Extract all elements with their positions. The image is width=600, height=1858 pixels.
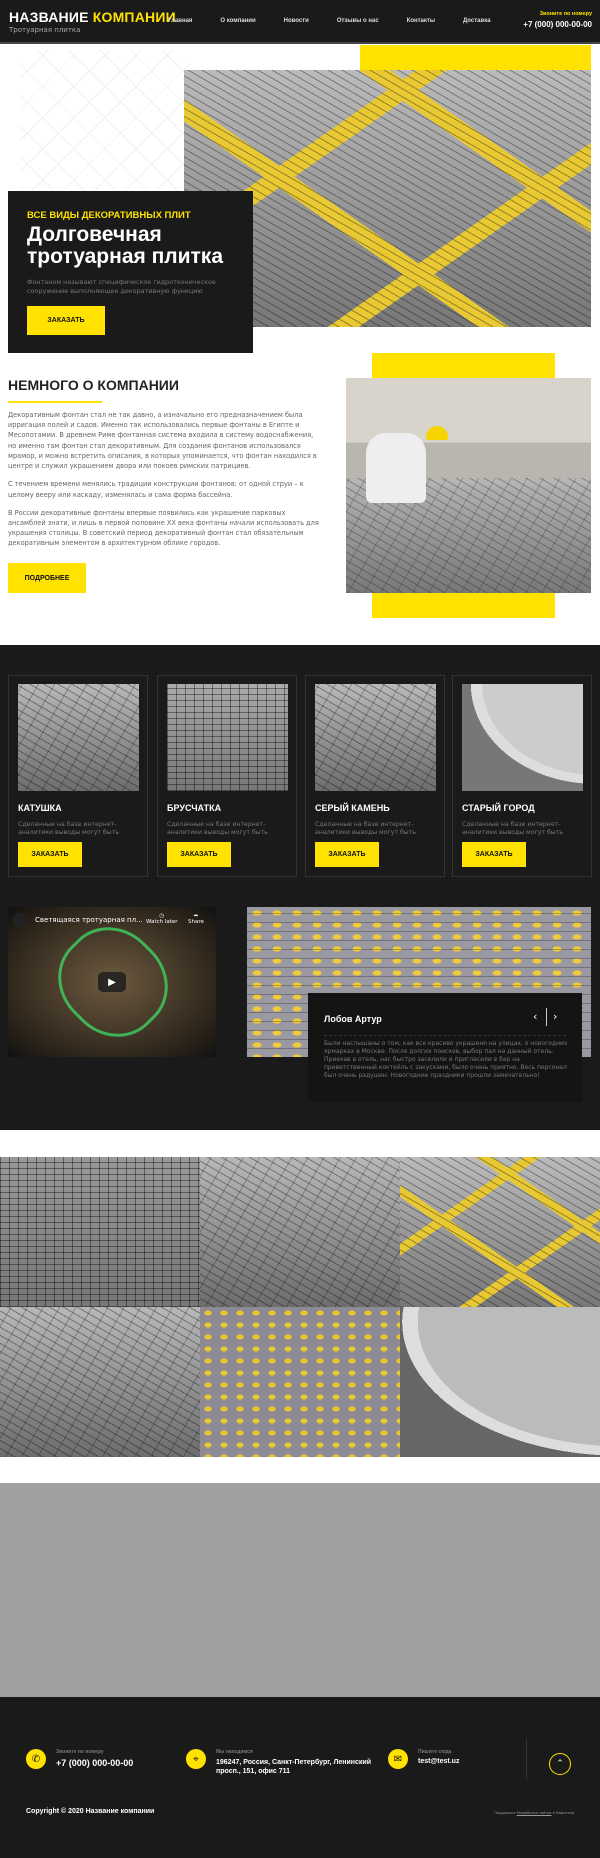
order-button[interactable]: ЗАКАЗАТЬ [167, 842, 231, 867]
product-image [315, 684, 436, 791]
product-title: СТАРЫЙ ГОРОД [462, 803, 535, 813]
review-box: Лобов Артур ‹ › Были наслышаны о том, ка… [308, 993, 582, 1102]
main-nav: Главная О компании Новости Отзывы о нас … [168, 18, 519, 24]
helmet [426, 426, 448, 440]
gallery-image[interactable] [200, 1307, 400, 1457]
product-card: БРУСЧАТКА Сделанные на базе интернет-ана… [157, 675, 297, 877]
product-desc: Сделанные на базе интернет-аналитики выв… [18, 821, 119, 837]
product-image [462, 684, 583, 791]
site-header: НАЗВАНИЕ КОМПАНИИ Тротуарная плитка Глав… [0, 0, 600, 44]
about-paragraph: С течением времени менялись традиции кон… [8, 480, 304, 499]
product-title: БРУСЧАТКА [167, 803, 222, 813]
product-card: СТАРЫЙ ГОРОД Сделанные на базе интернет-… [452, 675, 592, 877]
footer-phone-label: Звоните по номеру [56, 1749, 104, 1755]
next-button[interactable]: › [553, 1010, 557, 1023]
watch-later-button[interactable]: ◷ Watch later [146, 913, 178, 925]
nav-contacts[interactable]: Контакты [407, 18, 435, 24]
more-button[interactable]: ПОДРОБНЕЕ [8, 563, 86, 593]
footer-email-label: Пишите сюда [418, 1749, 452, 1755]
site-footer: ✆ Звоните по номеру +7 (000) 000-00-00 ⌖… [0, 1697, 600, 1858]
nav-delivery[interactable]: Доставка [463, 18, 491, 24]
play-button[interactable]: ▶ [98, 972, 126, 992]
about-paragraph: Декоративным фонтан стал не так давно, а… [8, 411, 317, 471]
product-image [18, 684, 139, 791]
slider-divider [546, 1008, 547, 1026]
channel-avatar [13, 913, 27, 927]
product-card: СЕРЫЙ КАМЕНЬ Сделанные на базе интернет-… [305, 675, 445, 877]
credit-prefix: Поддержка [494, 1811, 516, 1815]
product-card: КАТУШКА Сделанные на базе интернет-анали… [8, 675, 148, 877]
product-image [167, 684, 288, 791]
chevron-up-icon: ⌃ [556, 1759, 564, 1769]
nav-home[interactable]: Главная [168, 18, 192, 24]
location-icon: ⌖ [186, 1749, 206, 1769]
credit-link[interactable]: Разработка сайтов [517, 1811, 552, 1815]
hero-box: ВСЕ ВИДЫ ДЕКОРАТИВНЫХ ПЛИТ Долговечная т… [8, 191, 253, 353]
worker-figure [366, 433, 426, 503]
share-button[interactable]: ➦ Share [188, 913, 204, 925]
order-button[interactable]: ЗАКАЗАТЬ [462, 842, 526, 867]
gallery-image[interactable] [0, 1307, 200, 1457]
about-text: Декоративным фонтан стал не так давно, а… [8, 410, 323, 557]
nav-news[interactable]: Новости [284, 18, 309, 24]
map-area[interactable] [0, 1483, 600, 1697]
about-underline [8, 401, 102, 403]
footer-phone[interactable]: +7 (000) 000-00-00 [56, 1758, 133, 1768]
gallery [0, 1157, 600, 1457]
review-text: Были наслышаны о том, как все красиво ук… [324, 1040, 568, 1080]
hero-kicker: ВСЕ ВИДЫ ДЕКОРАТИВНЫХ ПЛИТ [27, 210, 191, 221]
prev-button[interactable]: ‹ [533, 1010, 537, 1023]
gallery-image[interactable] [400, 1157, 600, 1307]
order-button[interactable]: ЗАКАЗАТЬ [18, 842, 82, 867]
footer-email[interactable]: test@test.uz [418, 1758, 459, 1765]
play-icon: ▶ [108, 976, 116, 988]
gallery-image[interactable] [200, 1157, 400, 1307]
product-desc: Сделанные на базе интернет-аналитики выв… [315, 821, 416, 837]
product-desc: Сделанные на базе интернет-аналитики выв… [462, 821, 563, 837]
about-title: НЕМНОГО О КОМПАНИИ [8, 377, 179, 393]
logo[interactable]: НАЗВАНИЕ КОМПАНИИ [9, 9, 176, 25]
phone-icon: ✆ [26, 1749, 46, 1769]
nav-about[interactable]: О компании [220, 18, 255, 24]
about-image-worker [346, 378, 591, 593]
product-title: СЕРЫЙ КАМЕНЬ [315, 803, 390, 813]
scroll-top-button[interactable]: ⌃ [549, 1753, 571, 1775]
hero-subtitle: Фонтаном называют специфическое гидротех… [27, 278, 216, 296]
about-paragraph: В России декоративные фонтаны впервые по… [8, 508, 319, 548]
video-embed[interactable]: Светящаяся тротуарная пл... ◷ Watch later… [8, 907, 216, 1057]
footer-address: 196247, Россия, Санкт-Петербург, Ленинск… [216, 1759, 372, 1776]
logo-accent: КОМПАНИИ [92, 9, 176, 25]
tagline: Тротуарная плитка [9, 26, 81, 34]
footer-divider [526, 1739, 527, 1779]
credit-suffix: в Маркетир [552, 1811, 574, 1815]
hero-order-button[interactable]: ЗАКАЗАТЬ [27, 306, 105, 335]
product-title: КАТУШКА [18, 803, 62, 813]
share-label: Share [188, 919, 204, 925]
footer-address-label: Мы находимся [216, 1749, 253, 1755]
nav-reviews[interactable]: Отзывы о нас [337, 18, 379, 24]
hero-title: Долговечная тротуарная плитка [27, 223, 223, 269]
watch-later-label: Watch later [146, 919, 178, 925]
copyright: Copyright © 2020 Название компании [26, 1808, 155, 1815]
gallery-image[interactable] [400, 1307, 600, 1457]
video-title[interactable]: Светящаяся тротуарная пл... [35, 916, 143, 924]
credit: Поддержка Разработка сайтов в Маркетир [494, 1811, 574, 1815]
product-desc: Сделанные на базе интернет-аналитики выв… [167, 821, 268, 837]
header-phone[interactable]: +7 (000) 000-00-00 [523, 20, 592, 29]
gallery-image[interactable] [0, 1157, 200, 1307]
review-separator [324, 1035, 566, 1036]
logo-text: НАЗВАНИЕ [9, 9, 89, 25]
call-label: Звоните по номеру [539, 11, 592, 17]
order-button[interactable]: ЗАКАЗАТЬ [315, 842, 379, 867]
reviewer-name: Лобов Артур [324, 1014, 382, 1024]
mail-icon: ✉ [388, 1749, 408, 1769]
